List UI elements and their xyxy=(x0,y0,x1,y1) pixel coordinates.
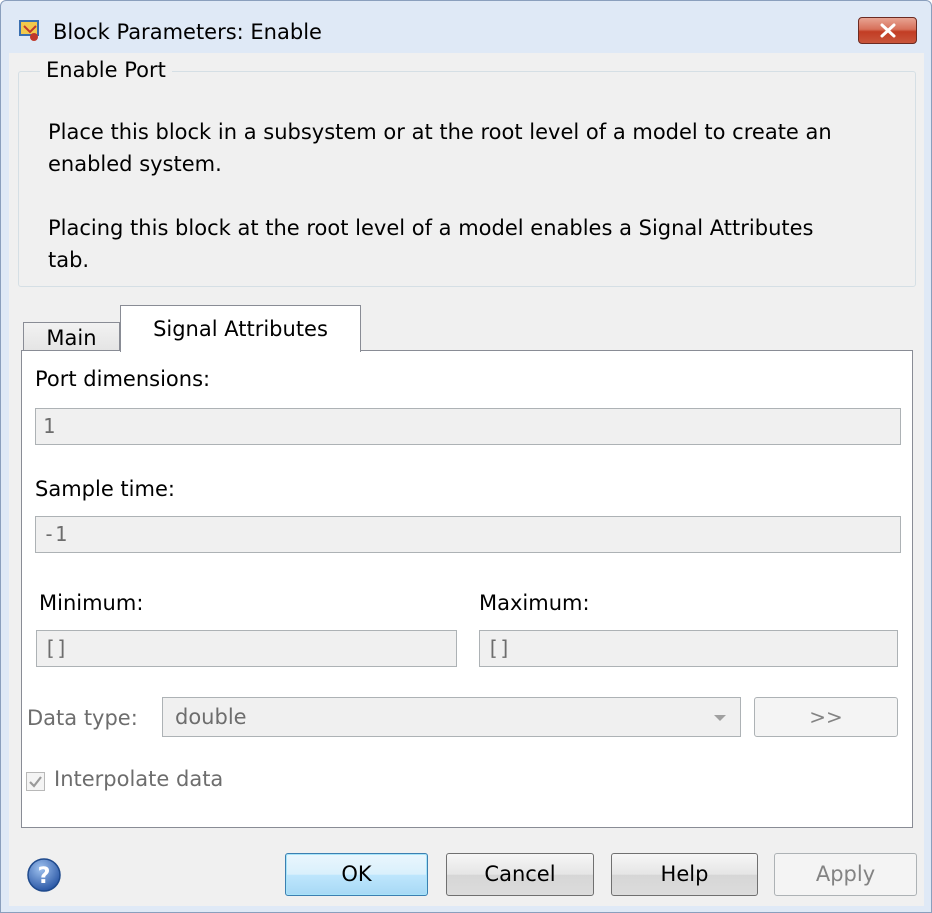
description-line: enabled system. xyxy=(48,152,222,176)
svg-text:?: ? xyxy=(38,864,51,889)
interpolate-data-label[interactable]: Interpolate data xyxy=(54,767,223,791)
data-type-value: double xyxy=(175,705,247,729)
tab-main[interactable]: Main xyxy=(23,322,120,351)
maximum-field[interactable]: [] xyxy=(479,630,898,667)
simulink-block-icon xyxy=(19,20,39,41)
description-line: Place this block in a subsystem or at th… xyxy=(48,120,832,144)
close-button[interactable] xyxy=(858,17,917,44)
maximum-label: Maximum: xyxy=(479,591,590,615)
sample-time-field[interactable]: -1 xyxy=(35,516,901,553)
close-icon xyxy=(880,23,896,38)
sample-time-label: Sample time: xyxy=(35,477,175,501)
description-line: tab. xyxy=(48,248,90,272)
data-type-label: Data type: xyxy=(27,706,138,730)
minimum-label: Minimum: xyxy=(39,591,144,615)
window-title: Block Parameters: Enable xyxy=(53,20,322,44)
description-paragraph-1: Place this block in a subsystem or at th… xyxy=(48,116,908,180)
dialog-client-area: Enable Port Place this block in a subsys… xyxy=(9,53,924,906)
description-line: Placing this block at the root level of … xyxy=(48,216,814,240)
ok-button[interactable]: OK xyxy=(285,853,428,896)
minimum-field[interactable]: [] xyxy=(36,630,457,667)
tab-signal-attributes[interactable]: Signal Attributes xyxy=(120,305,361,352)
port-dimensions-label: Port dimensions: xyxy=(35,367,211,391)
groupbox-legend: Enable Port xyxy=(40,58,172,82)
data-type-select[interactable]: double xyxy=(162,697,741,737)
port-dimensions-field[interactable]: 1 xyxy=(35,408,901,445)
enable-port-groupbox: Enable Port Place this block in a subsys… xyxy=(18,58,916,287)
cancel-button[interactable]: Cancel xyxy=(446,853,594,896)
signal-attributes-panel: Port dimensions: 1 Sample time: -1 Minim… xyxy=(21,350,913,828)
help-icon[interactable]: ? xyxy=(26,857,62,893)
apply-button[interactable]: Apply xyxy=(774,853,917,896)
interpolate-data-checkbox[interactable] xyxy=(26,772,45,791)
title-bar[interactable]: Block Parameters: Enable xyxy=(1,1,931,44)
help-button[interactable]: Help xyxy=(611,853,758,896)
data-type-assistant-button[interactable]: >> xyxy=(754,697,898,737)
chevron-down-icon xyxy=(714,715,726,721)
description-paragraph-2: Placing this block at the root level of … xyxy=(48,212,908,276)
dialog-window: Block Parameters: Enable Enable Port Pla… xyxy=(0,0,932,913)
check-icon xyxy=(29,776,42,788)
